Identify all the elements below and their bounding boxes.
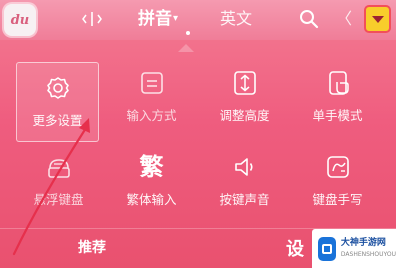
menu-item-adjust-height[interactable]: 调整高度: [198, 58, 291, 142]
tab-english-label: 英文: [220, 9, 253, 28]
collapse-keyboard-button[interactable]: [364, 5, 391, 33]
search-icon[interactable]: [298, 8, 320, 30]
recommend-tab[interactable]: 推荐: [78, 237, 106, 257]
menu-item-label: 键盘手写: [312, 192, 363, 207]
settings-menu-grid: 更多设置 输入方式 调整高度 单手模式 悬浮键盘 繁 繁体输入 按键声音 键盘手…: [12, 58, 384, 226]
tab-pinyin[interactable]: 拼音▾: [138, 6, 178, 32]
menu-item-key-sound[interactable]: 按键声音: [198, 142, 291, 226]
menu-item-label: 按键声音: [219, 192, 270, 207]
adjust-height-icon: [230, 68, 260, 98]
tab-english[interactable]: 英文: [220, 6, 252, 32]
panel-pointer: [178, 44, 194, 52]
handwriting-icon: [323, 152, 353, 182]
menu-item-more-settings[interactable]: 更多设置: [16, 62, 99, 142]
one-hand-icon: [323, 68, 353, 98]
watermark-subtitle: DASHENSHOUYOU: [340, 250, 396, 258]
menu-item-label: 调整高度: [219, 108, 270, 123]
sound-icon: [230, 152, 260, 182]
menu-item-label: 悬浮键盘: [33, 192, 84, 207]
menu-item-label: 单手模式: [312, 108, 363, 123]
watermark-icon: [318, 236, 336, 261]
menu-item-float-keyboard[interactable]: 悬浮键盘: [12, 142, 105, 226]
cursor-icon[interactable]: [82, 9, 102, 29]
menu-item-label: 更多设置: [32, 113, 83, 128]
menu-item-traditional-input[interactable]: 繁 繁体输入: [105, 142, 198, 226]
collapse-icon: [371, 15, 384, 23]
float-keyboard-icon: [44, 152, 74, 182]
input-method-icon: [137, 68, 167, 98]
app-logo[interactable]: du: [4, 4, 36, 36]
menu-item-label: 输入方式: [126, 108, 177, 123]
menu-item-label: 繁体输入: [126, 192, 177, 207]
watermark-logo: 大神手游网 DASHENSHOUYOU: [312, 229, 396, 268]
top-bar: du 拼音▾ 英文 〈: [0, 0, 396, 40]
menu-item-input-method[interactable]: 输入方式: [105, 58, 198, 142]
traditional-char-icon: 繁: [139, 153, 164, 181]
active-tab-indicator: [186, 31, 190, 35]
menu-item-one-hand-mode[interactable]: 单手模式: [291, 58, 384, 142]
chevron-down-icon: ▾: [173, 13, 179, 24]
watermark-title: 大神手游网: [340, 237, 386, 248]
top-side-glyph: 〈: [336, 9, 353, 28]
menu-item-keyboard-handwriting[interactable]: 键盘手写: [291, 142, 384, 226]
settings-tab[interactable]: 设: [286, 235, 304, 261]
tab-pinyin-label: 拼音: [138, 9, 172, 29]
gear-icon: [43, 73, 73, 103]
